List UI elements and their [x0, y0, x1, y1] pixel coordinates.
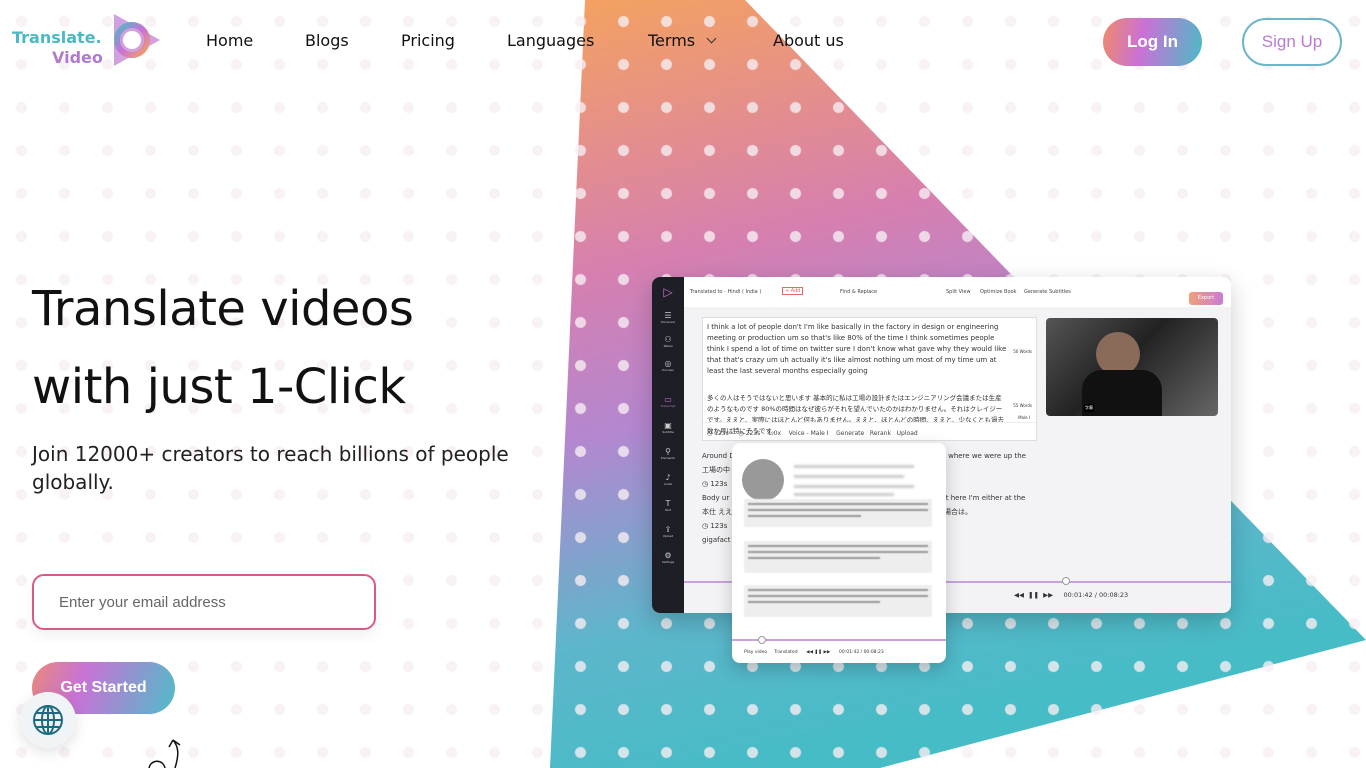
nav-terms-label: Terms: [648, 31, 696, 50]
top-nav: Translate. Video Home Blogs Pricing Lang…: [0, 0, 1366, 84]
mockup-sidebar-item: ▭ Transcript: [660, 395, 676, 408]
nav-home[interactable]: Home: [206, 31, 253, 50]
mockup-tool: Find & Replace: [840, 289, 878, 295]
mockup-logo-icon: ▷: [663, 285, 673, 299]
mockup-player: ◀◀ ❚❚ ▶▶ 00:01:42 / 00:08:23: [1014, 591, 1129, 599]
logo[interactable]: Translate. Video: [12, 12, 162, 67]
mockup-sidebar: ▷ ☰ Voiceover ⚇ Tables ◎ Process ▭ Transcrip…: [652, 277, 684, 613]
mockup-segment-en: I think a lot of people don't I'm like b…: [707, 323, 1007, 375]
mockup-video-preview: 字幕: [1046, 318, 1218, 416]
mockup-words: 55 Words: [1013, 403, 1032, 408]
hero-title-line-1: Translate videos: [32, 281, 414, 337]
mockup-export: Export: [1189, 292, 1223, 305]
signup-button[interactable]: Sign Up: [1242, 18, 1342, 66]
mockup-segment-controls: ◷ 123s — ◷ 223s 1.0x Voice - Male I Gene…: [703, 422, 1036, 440]
nav-languages[interactable]: Languages: [507, 31, 594, 50]
mockup-sidebar-item: ♪ Audio: [663, 473, 673, 486]
mockup-avatar: [742, 459, 784, 501]
hero-title-line-2: with just 1-Click: [32, 359, 406, 415]
mockup-sidebar-item: ⚇ Tables: [663, 335, 673, 348]
mockup-sidebar-item: ⚙ Settings: [661, 551, 675, 564]
mockup-sidebar-item: ⇪ Upload: [662, 525, 674, 538]
nav-blogs[interactable]: Blogs: [305, 31, 349, 50]
hero-subtitle: Join 12000+ creators to reach billions o…: [32, 442, 509, 494]
mockup-sidebar-item: T Text: [664, 499, 672, 512]
mockup-tool: Split View: [946, 289, 971, 295]
mockup-language: Translated to - Hindi ( India ): [690, 289, 762, 295]
arrow-doodle-icon: [148, 739, 181, 768]
email-input[interactable]: [32, 574, 376, 630]
mockup-segment-card: I think a lot of people don't I'm like b…: [702, 317, 1037, 441]
globe-icon: [33, 705, 63, 735]
mockup-add: + Add: [782, 287, 804, 295]
logo-text-1: Translate.: [12, 28, 102, 47]
mockup-sidebar-item: ◎ Process: [662, 359, 674, 372]
logo-play-icon: [114, 14, 160, 66]
mockup-words: 50 Words: [1013, 349, 1032, 354]
mockup-popup-footer: Play video Translated ◀◀ ❚❚ ▶▶ 00:01:42 …: [744, 650, 884, 655]
language-globe-button[interactable]: [20, 692, 76, 748]
mockup-toolbar: Translated to - Hindi ( India ) + Add Fi…: [684, 277, 1231, 307]
mockup-mobile-popup: Play video Translated ◀◀ ❚❚ ▶▶ 00:01:42 …: [732, 443, 946, 663]
mockup-tool: Optimize Book: [980, 289, 1017, 295]
mockup-tool: Generate Subtitles: [1024, 289, 1071, 295]
nav-terms[interactable]: Terms: [648, 31, 717, 50]
logo-text-2: Video: [52, 48, 103, 67]
mockup-progress-knob: [1062, 577, 1070, 585]
mockup-sidebar-item: ⚲ Elements: [661, 447, 675, 460]
hero-title: Translate videos with just 1-Click: [32, 270, 414, 426]
nav-pricing[interactable]: Pricing: [401, 31, 455, 50]
mockup-sidebar-item: ☰ Voiceover: [660, 311, 676, 324]
mockup-sidebar-item: ▣ Subtitle: [662, 421, 674, 434]
login-button[interactable]: Log In: [1103, 18, 1202, 66]
chevron-down-icon: [706, 33, 717, 44]
nav-about-us[interactable]: About us: [773, 31, 844, 50]
